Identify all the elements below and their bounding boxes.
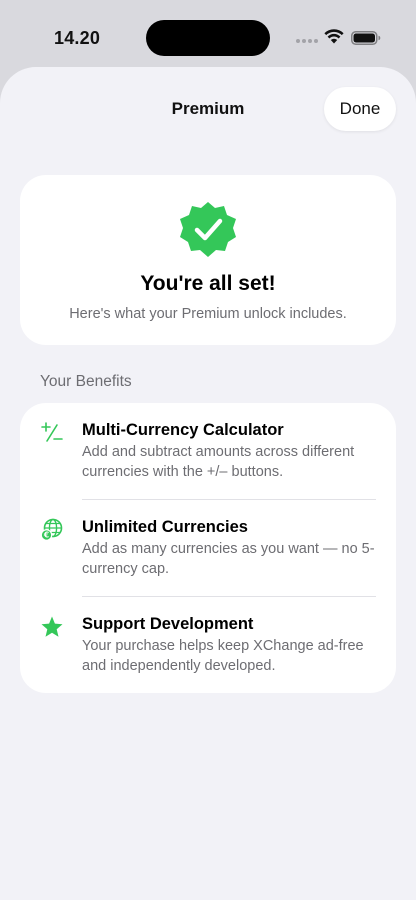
status-time: 14.20	[54, 28, 101, 48]
benefit-description: Your purchase helps keep XChange ad-free…	[82, 638, 364, 674]
dynamic-island	[146, 20, 270, 56]
list-item: Multi-Currency Calculator Add and subtra…	[20, 403, 396, 499]
benefits-list: Multi-Currency Calculator Add and subtra…	[20, 403, 396, 693]
wifi-icon	[324, 29, 344, 44]
done-button[interactable]: Done	[324, 87, 396, 131]
confirmation-card: You're all set! Here's what your Premium…	[20, 175, 396, 345]
plus-minus-icon	[40, 421, 64, 445]
hero-title: You're all set!	[140, 272, 276, 295]
benefit-description: Add as many currencies as you want — no …	[82, 541, 375, 577]
globe-currency-icon: €	[40, 518, 64, 542]
list-item: € Unlimited Currencies Add as many curre…	[20, 500, 396, 596]
status-bar: 14.20	[0, 0, 416, 70]
cellular-signal-icon	[296, 37, 320, 45]
screen: 14.20 Premium Done You're all set! Here'…	[0, 0, 416, 900]
benefit-description: Add and subtract amounts across differen…	[82, 444, 355, 480]
premium-sheet: Premium Done You're all set! Here's what…	[0, 67, 416, 900]
checkmark-seal-icon	[180, 202, 236, 257]
benefit-title: Unlimited Currencies	[82, 518, 248, 536]
battery-icon	[351, 31, 381, 45]
benefits-header: Your Benefits	[40, 373, 132, 390]
list-item: Support Development Your purchase helps …	[20, 597, 396, 693]
star-icon	[40, 615, 64, 639]
benefit-title: Support Development	[82, 615, 254, 633]
benefit-title: Multi-Currency Calculator	[82, 421, 284, 439]
svg-text:€: €	[43, 531, 49, 540]
hero-subtitle: Here's what your Premium unlock includes…	[69, 306, 347, 322]
